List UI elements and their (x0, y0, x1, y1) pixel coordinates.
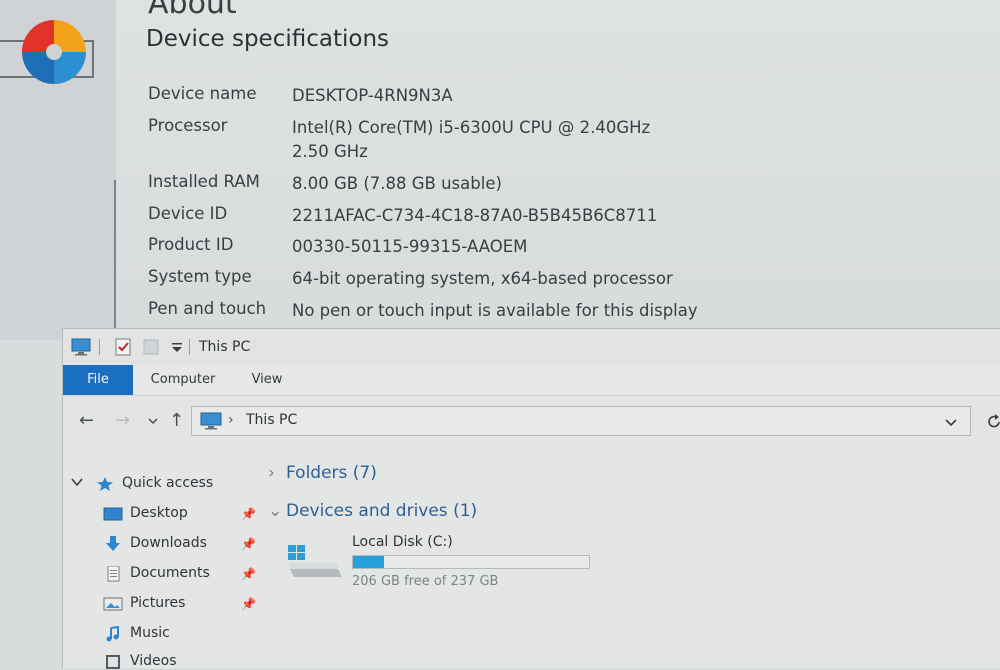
desktop-icon (103, 507, 123, 521)
spec-value: 8.00 GB (7.88 GB usable) (292, 174, 502, 193)
up-button[interactable]: ↑ (169, 410, 184, 431)
refresh-icon[interactable] (987, 414, 1000, 430)
navigation-pane: Quick access Desktop 📌 Downloads 📌 Docum… (63, 465, 263, 669)
drive-free-space: 206 GB free of 237 GB (352, 574, 499, 589)
spec-label: Device ID (148, 204, 228, 223)
spec-label: System type (148, 267, 252, 286)
this-pc-icon (71, 338, 91, 356)
downloads-icon (106, 536, 120, 551)
drive-usage-fill (353, 556, 384, 568)
drive-usage-bar (352, 555, 590, 569)
spec-label: Pen and touch (148, 299, 267, 318)
spec-value: 00330-50115-99315-AAOEM (292, 237, 528, 256)
nav-label: Music (130, 625, 170, 641)
toolbar-separator (99, 339, 100, 355)
drive-icon (288, 545, 342, 577)
drive-name: Local Disk (C:) (352, 534, 453, 550)
spec-value: 2211AFAC-C734-4C18-87A0-B5B45B6C8711 (292, 206, 658, 225)
music-icon (106, 626, 119, 642)
section-heading: Device specifications (146, 26, 390, 52)
group-label: Folders (7) (286, 463, 377, 483)
pin-icon[interactable]: 📌 (241, 597, 256, 611)
file-explorer-window: This PC File Computer View ← → ↑ › This … (62, 328, 1000, 669)
customize-toolbar-dropdown-icon[interactable] (167, 337, 187, 357)
new-folder-icon[interactable] (141, 337, 161, 357)
group-folders[interactable]: › Folders (7) (268, 463, 377, 483)
pin-icon[interactable]: 📌 (241, 567, 256, 581)
spec-label: Processor (148, 116, 228, 135)
toolbar-separator (189, 339, 190, 355)
tab-computer[interactable]: Computer (141, 365, 225, 395)
spec-value: Intel(R) Core(TM) i5-6300U CPU @ 2.40GHz… (292, 118, 651, 161)
star-icon (97, 477, 113, 491)
nav-label: Quick access (122, 475, 214, 491)
pin-icon[interactable]: 📌 (241, 507, 256, 521)
window-title: This PC (199, 339, 251, 355)
group-label: Devices and drives (1) (286, 501, 478, 521)
spec-value: No pen or touch input is available for t… (292, 301, 698, 320)
page-title: About (148, 0, 237, 21)
chevron-down-icon: ⌄ (268, 501, 283, 521)
ribbon-tabs: File Computer View (63, 365, 1000, 395)
address-dropdown-icon[interactable] (944, 417, 958, 427)
breadcrumb-this-pc[interactable]: This PC (246, 412, 297, 428)
videos-icon (106, 655, 120, 669)
drive-item-local-disk-c[interactable]: Local Disk (C:) 206 GB free of 237 GB (286, 529, 606, 589)
this-pc-icon (200, 412, 222, 430)
address-bar-row: ← → ↑ › This PC (63, 395, 1000, 446)
nav-label: Downloads (130, 535, 207, 551)
recent-locations-chevron-icon[interactable] (147, 416, 159, 426)
tab-file[interactable]: File (63, 365, 133, 395)
address-input[interactable]: › This PC (191, 406, 971, 436)
pictures-icon (103, 597, 123, 611)
spec-value: DESKTOP-4RN9N3A (292, 86, 453, 105)
spec-label: Product ID (148, 235, 234, 254)
nav-label: Pictures (130, 595, 186, 611)
tab-view[interactable]: View (239, 365, 295, 395)
back-button[interactable]: ← (79, 410, 94, 431)
nav-label: Documents (130, 565, 210, 581)
title-bar: This PC (63, 329, 1000, 365)
spec-label: Device name (148, 84, 257, 103)
spec-value: 64-bit operating system, x64-based proce… (292, 269, 673, 288)
properties-icon[interactable] (113, 337, 133, 357)
settings-about-window: About Device specifications Device name … (0, 0, 1000, 340)
forward-button[interactable]: → (115, 410, 130, 431)
pin-icon[interactable]: 📌 (241, 537, 256, 551)
spec-label: Installed RAM (148, 172, 260, 191)
nav-label: Desktop (130, 505, 188, 521)
documents-icon (107, 566, 120, 582)
settings-divider (114, 180, 116, 330)
chevron-down-icon[interactable] (71, 477, 83, 487)
content-pane: › Folders (7) ⌄ Devices and drives (1) Loc… (268, 459, 988, 668)
app-logo-icon (22, 20, 86, 84)
breadcrumb-separator: › (228, 412, 234, 428)
group-devices-and-drives[interactable]: ⌄ Devices and drives (1) (268, 501, 477, 521)
chevron-right-icon: › (268, 463, 275, 483)
